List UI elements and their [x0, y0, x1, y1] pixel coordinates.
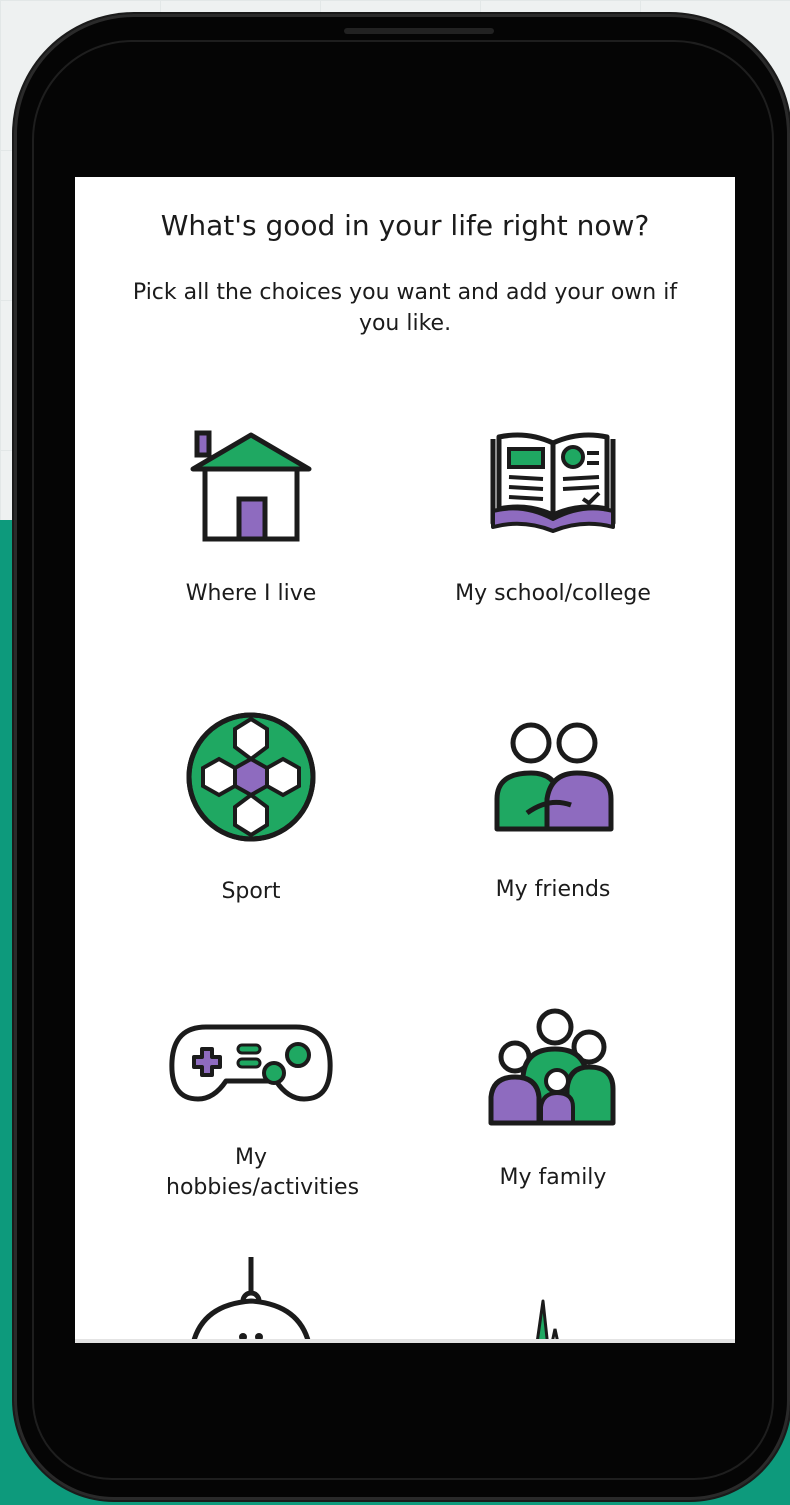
heartbeat-icon	[535, 1299, 560, 1343]
choice-sport[interactable]: Sport	[121, 707, 381, 907]
question-subtitle: Pick all the choices you want and add yo…	[132, 280, 678, 336]
phone-speaker	[344, 28, 494, 34]
choice-label: Sport	[221, 879, 281, 904]
choice-pets[interactable]	[121, 1257, 381, 1343]
family-icon	[488, 1008, 616, 1126]
house-icon	[190, 430, 312, 542]
choice-label: My friends	[495, 877, 611, 902]
choice-label: My family	[499, 1165, 607, 1190]
choice-health[interactable]	[423, 1297, 683, 1343]
choice-label: Where I live	[185, 581, 317, 606]
choice-my-family[interactable]: My family	[423, 1007, 683, 1193]
football-icon	[186, 712, 316, 842]
choice-my-hobbies-activities[interactable]: My hobbies/activities	[121, 1017, 381, 1203]
book-icon	[490, 432, 616, 533]
choice-label: My school/college	[455, 581, 651, 606]
choice-where-i-live[interactable]: Where I live	[121, 427, 381, 609]
app-screen: What's good in your life right now? Pick…	[75, 177, 735, 1343]
pet-tag-icon	[190, 1257, 312, 1343]
choice-my-school-college[interactable]: My school/college	[423, 427, 683, 609]
choice-my-friends[interactable]: My friends	[423, 717, 683, 905]
friends-icon	[494, 722, 614, 832]
gamepad-icon	[169, 1024, 333, 1102]
screen-bottom-edge	[75, 1339, 735, 1343]
choice-label: My hobbies/activities	[166, 1145, 360, 1200]
question-title: What's good in your life right now?	[160, 209, 650, 242]
